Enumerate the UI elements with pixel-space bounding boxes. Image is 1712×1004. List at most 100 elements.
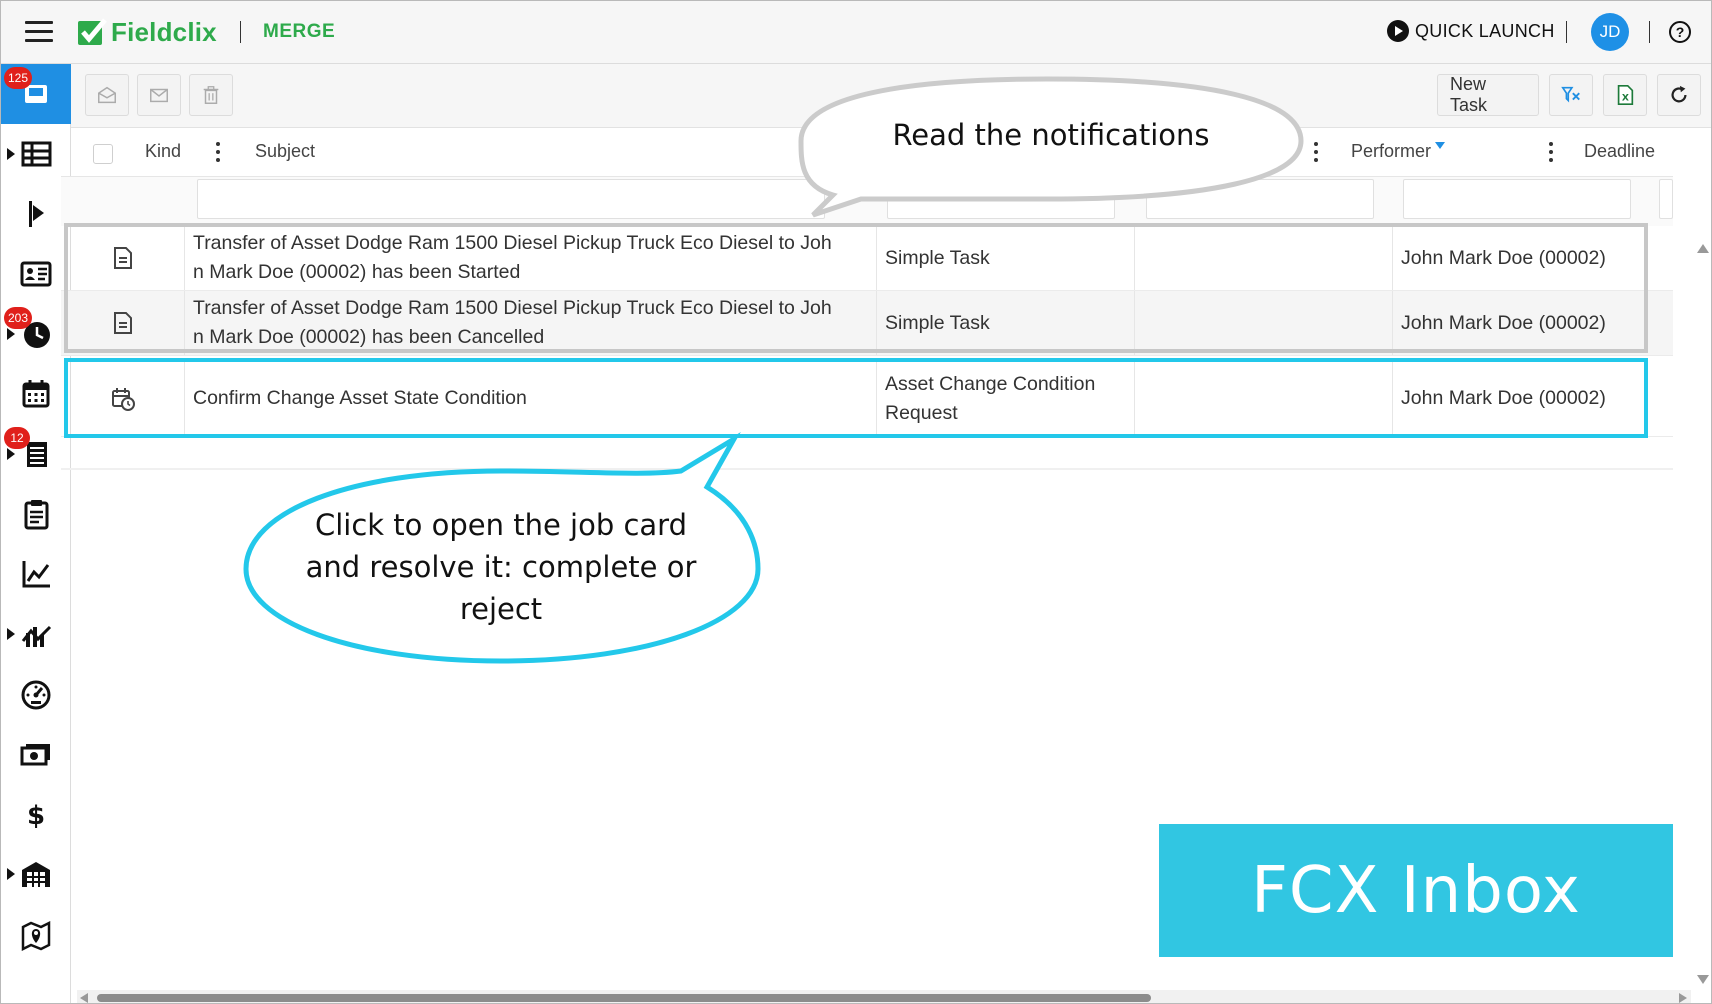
app-window: Fieldclix MERGE QUICK LAUNCH JD ? 125 20… [0, 0, 1712, 1004]
subject-line: Transfer of Asset Dodge Ram 1500 Diesel … [193, 232, 832, 254]
column-menu-icon[interactable] [213, 142, 223, 164]
table-row[interactable]: Transfer of Asset Dodge Ram 1500 Diesel … [61, 291, 1673, 356]
expand-arrow-icon [7, 448, 15, 460]
column-menu-icon[interactable] [1546, 142, 1556, 164]
map-pin-icon [21, 920, 51, 951]
table-row[interactable]: Confirm Change Asset State Condition Ass… [61, 361, 1673, 437]
gauge-icon [21, 680, 51, 710]
quick-launch-button[interactable]: QUICK LAUNCH [1387, 20, 1555, 42]
sidebar-item-warehouse[interactable] [1, 844, 71, 904]
type-filter-input[interactable] [887, 179, 1115, 219]
mark-read-button[interactable] [85, 74, 129, 116]
bar-trend-icon [21, 625, 52, 647]
performer-cell: John Mark Doe (00002) [1392, 361, 1650, 436]
callout-line: reject [459, 592, 543, 626]
delete-button[interactable] [189, 74, 233, 116]
subject-cell: Confirm Change Asset State Condition [184, 361, 876, 436]
clear-filter-icon [1561, 86, 1580, 103]
notification-badge: 203 [4, 307, 33, 329]
sidebar-item-map[interactable] [1, 904, 71, 964]
scrollbar-thumb[interactable] [97, 994, 1151, 1002]
kind-cell [61, 361, 184, 436]
deadline-filter-input[interactable] [1659, 179, 1673, 219]
vertical-scrollbar[interactable] [1691, 239, 1711, 989]
clear-filter-button[interactable] [1549, 74, 1593, 116]
user-avatar[interactable]: JD [1591, 13, 1629, 51]
column-header-subject[interactable]: Subject [255, 141, 315, 162]
refresh-icon [1671, 85, 1687, 103]
notification-badge: 125 [4, 67, 33, 89]
status-filter-input[interactable] [1146, 179, 1374, 219]
envelope-icon [150, 88, 168, 103]
excel-icon: X [1617, 85, 1634, 105]
refresh-button[interactable] [1657, 74, 1701, 116]
top-bar: Fieldclix MERGE QUICK LAUNCH JD ? [1, 1, 1711, 64]
mark-unread-button[interactable] [137, 74, 181, 116]
column-header-deadline[interactable]: Deadline [1584, 141, 1655, 162]
status-cell [1134, 291, 1392, 355]
expand-arrow-icon [7, 868, 15, 880]
notifications-callout-text: Read the notifications [892, 118, 1210, 152]
module-name: MERGE [263, 21, 336, 42]
play-circle-icon [1387, 20, 1409, 42]
performer-cell: John Mark Doe (00002) [1392, 226, 1650, 290]
warehouse-icon [22, 862, 50, 887]
type-cell: Simple Task [876, 226, 1134, 290]
column-header-performer[interactable]: Performer [1351, 141, 1431, 162]
subject-cell: Transfer of Asset Dodge Ram 1500 Diesel … [184, 291, 876, 355]
help-icon[interactable]: ? [1669, 21, 1691, 43]
horizontal-scrollbar[interactable] [77, 990, 1691, 1003]
sidebar-item-reports[interactable] [1, 544, 71, 604]
status-cell [1134, 361, 1392, 436]
subject-line: n Mark Doe (00002) has been Started [193, 261, 521, 283]
subject-line: n Mark Doe (00002) has been Cancelled [193, 326, 545, 348]
type-line: Request [885, 401, 958, 424]
select-all-checkbox[interactable] [93, 144, 113, 164]
kind-cell [61, 226, 184, 290]
type-line: Simple Task [885, 246, 990, 269]
column-menu-icon[interactable] [1311, 142, 1321, 164]
scroll-down-icon[interactable] [1697, 975, 1709, 984]
column-header-kind[interactable]: Kind [145, 141, 181, 162]
sidebar-item-payments[interactable] [1, 724, 71, 784]
new-task-button[interactable]: New Task [1437, 74, 1539, 116]
type-cell: Simple Task [876, 291, 1134, 355]
performer-filter-input[interactable] [1403, 179, 1631, 219]
line-chart-icon [22, 561, 50, 588]
export-excel-button[interactable]: X [1603, 74, 1647, 116]
table-row[interactable]: Transfer of Asset Dodge Ram 1500 Diesel … [61, 226, 1673, 291]
subject-filter-input[interactable] [197, 179, 825, 219]
brand-logo[interactable]: Fieldclix [77, 15, 217, 49]
check-logo-icon [78, 18, 107, 45]
scroll-up-icon[interactable] [1697, 244, 1709, 253]
expand-arrow-icon [7, 628, 15, 640]
divider [1649, 21, 1650, 43]
expand-arrow-icon [7, 148, 15, 160]
sidebar-item-billing[interactable]: $ [1, 784, 71, 844]
quick-launch-label: QUICK LAUNCH [1415, 20, 1555, 41]
sidebar-item-tables[interactable] [1, 124, 71, 184]
filter-row [61, 176, 1673, 226]
brand-divider [240, 21, 241, 43]
grid-body: Transfer of Asset Dodge Ram 1500 Diesel … [61, 226, 1673, 466]
document-icon [113, 247, 132, 269]
hamburger-menu-icon[interactable] [25, 21, 53, 43]
scroll-right-icon[interactable] [1679, 993, 1687, 1003]
flag-play-icon [29, 201, 44, 227]
banner-title: FCX Inbox [1251, 853, 1581, 928]
sidebar-item-checklists[interactable] [1, 484, 71, 544]
scroll-left-icon[interactable] [80, 993, 88, 1003]
sidebar-item-inbox[interactable]: 125 [1, 64, 71, 124]
svg-text:X: X [1622, 93, 1629, 104]
table-grid-icon [21, 141, 52, 167]
svg-text:$: $ [27, 801, 45, 831]
sidebar-item-analytics[interactable] [1, 604, 71, 664]
notification-badge: 12 [4, 427, 30, 449]
dollar-icon: $ [27, 801, 45, 831]
sidebar-item-dashboard[interactable] [1, 664, 71, 724]
calendar-clock-icon [111, 387, 135, 411]
subject-line: Confirm Change Asset State Condition [193, 387, 527, 409]
contact-card-icon [20, 261, 52, 287]
subject-cell: Transfer of Asset Dodge Ram 1500 Diesel … [184, 226, 876, 290]
trash-icon [203, 86, 219, 104]
